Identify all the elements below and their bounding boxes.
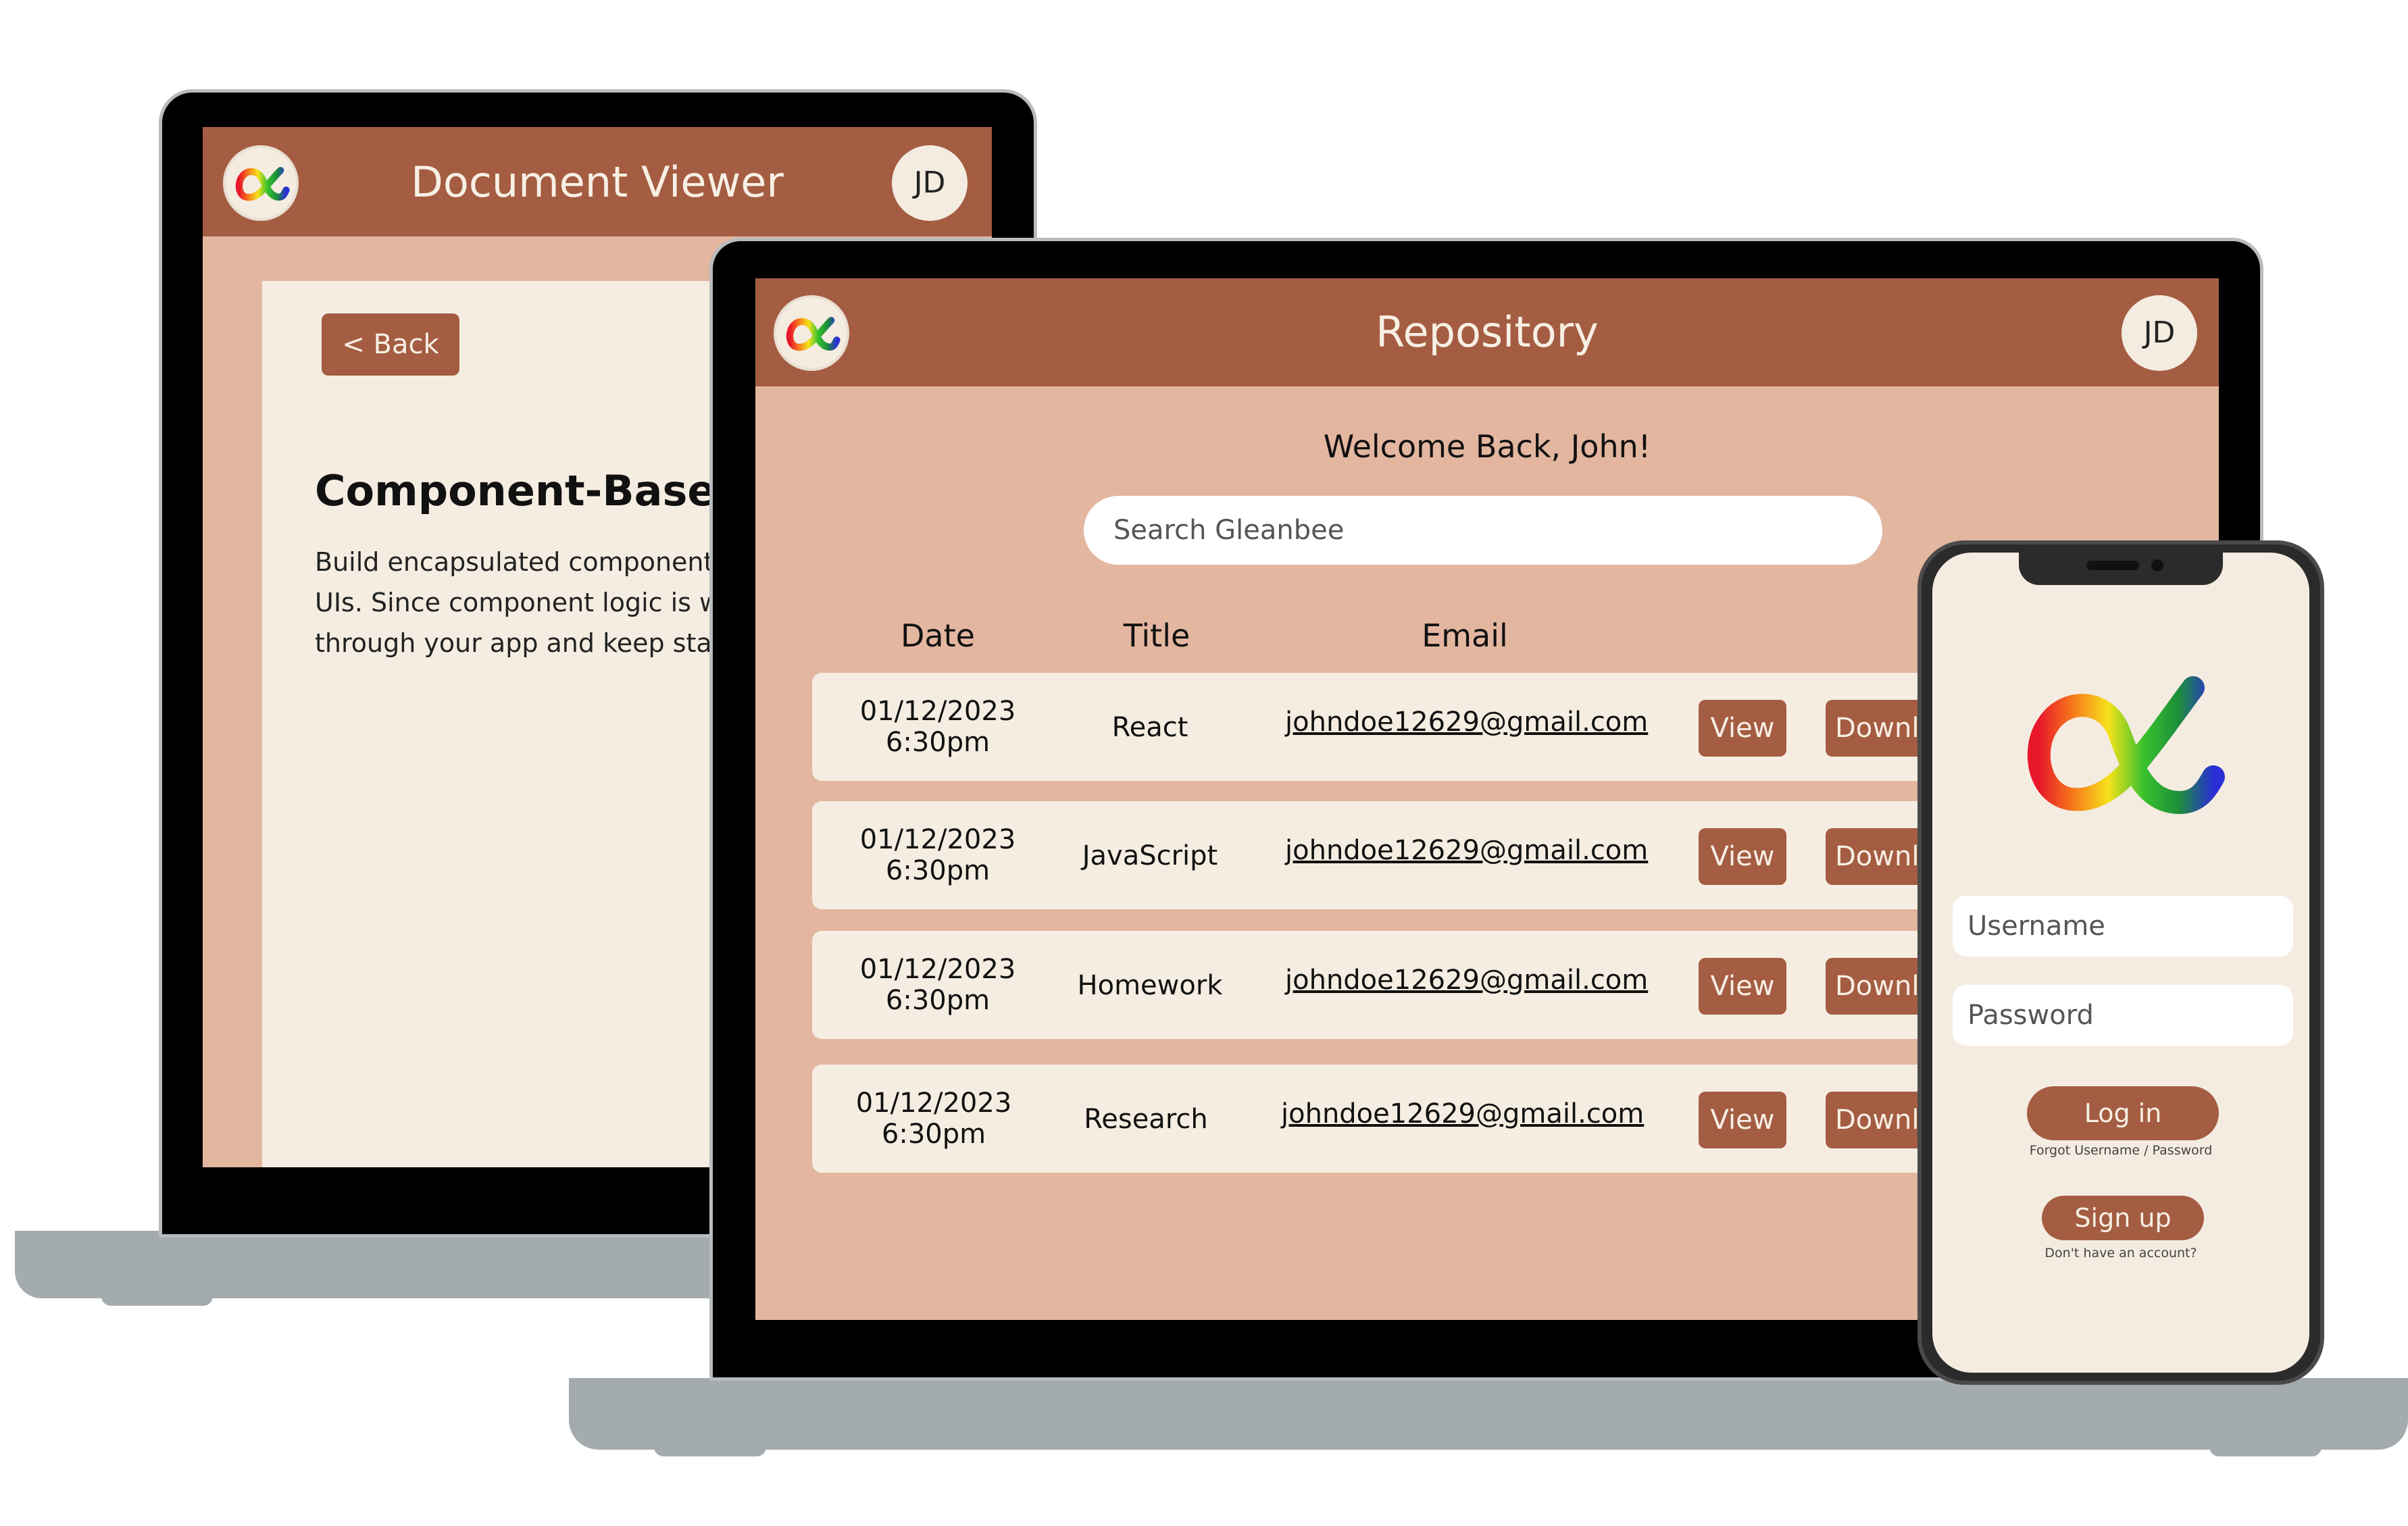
row-email[interactable]: johndoe12629@gmail.com — [1285, 707, 1648, 738]
avatar[interactable]: JD — [892, 145, 968, 221]
row-title: Homework — [1077, 970, 1223, 1001]
table-row: 01/12/2023 6:30pm Research johndoe12629@… — [812, 1065, 1961, 1173]
logo-icon[interactable] — [774, 295, 849, 371]
row-date: 01/12/2023 — [859, 824, 1016, 855]
back-laptop-foot — [101, 1294, 213, 1306]
welcome-message: Welcome Back, John! — [1323, 428, 1651, 465]
row-title: React — [1111, 712, 1188, 743]
front-laptop-foot-left — [654, 1444, 766, 1456]
column-header-date: Date — [901, 617, 975, 654]
password-field[interactable]: Password — [1953, 985, 2293, 1046]
body-line: UIs. Since component logic is wri — [315, 588, 738, 617]
avatar[interactable]: JD — [2122, 295, 2197, 371]
row-date: 01/12/2023 — [859, 954, 1016, 985]
back-button[interactable]: < Back — [322, 313, 459, 376]
body-line: Build encapsulated components t — [315, 547, 746, 577]
row-title: JavaScript — [1082, 840, 1218, 871]
document-heading: Component-Based — [315, 466, 746, 515]
login-button[interactable]: Log in — [2027, 1086, 2219, 1140]
row-email[interactable]: johndoe12629@gmail.com — [1281, 1098, 1644, 1129]
view-button[interactable]: View — [1699, 700, 1786, 757]
row-time: 6:30pm — [881, 1119, 986, 1150]
page-title: Repository — [1376, 307, 1599, 357]
row-time: 6:30pm — [885, 855, 990, 886]
doc-viewer-header: Document Viewer JD — [203, 127, 992, 236]
row-time: 6:30pm — [885, 985, 990, 1016]
front-laptop-foot-right — [2209, 1444, 2322, 1456]
camera-icon — [2151, 559, 2163, 571]
row-time: 6:30pm — [885, 727, 990, 758]
front-laptop-base — [569, 1378, 2408, 1450]
document-body: Build encapsulated components t UIs. Sin… — [315, 542, 745, 663]
search-input[interactable]: Search Gleanbee — [1084, 496, 1882, 565]
speaker-grille — [2086, 561, 2139, 570]
body-line: through your app and keep state — [315, 628, 738, 658]
row-email[interactable]: johndoe12629@gmail.com — [1285, 965, 1648, 996]
row-date: 01/12/2023 — [855, 1088, 1012, 1119]
row-title: Research — [1084, 1104, 1208, 1135]
view-button[interactable]: View — [1699, 1092, 1786, 1148]
logo-icon[interactable] — [223, 145, 299, 221]
table-row: 01/12/2023 6:30pm Homework johndoe12629@… — [812, 931, 1961, 1039]
table-row: 01/12/2023 6:30pm React johndoe12629@gma… — [812, 673, 1961, 781]
logo-icon — [2011, 661, 2236, 836]
row-email[interactable]: johndoe12629@gmail.com — [1285, 835, 1648, 866]
view-button[interactable]: View — [1699, 958, 1786, 1015]
table-row: 01/12/2023 6:30pm JavaScript johndoe1262… — [812, 801, 1961, 909]
phone-screen: Username Password Log in Forgot Username… — [1932, 553, 2309, 1373]
row-date: 01/12/2023 — [859, 696, 1016, 727]
signup-button[interactable]: Sign up — [2042, 1196, 2204, 1240]
page-title: Document Viewer — [411, 157, 784, 207]
username-field[interactable]: Username — [1953, 896, 2293, 957]
repository-header: Repository JD — [755, 278, 2219, 386]
forgot-credentials-link[interactable]: Forgot Username / Password — [1932, 1143, 2309, 1158]
view-button[interactable]: View — [1699, 828, 1786, 885]
column-header-email: Email — [1422, 617, 1508, 654]
column-header-title: Title — [1123, 617, 1190, 654]
no-account-text: Don't have an account? — [2045, 1246, 2197, 1261]
phone-notch — [2019, 553, 2223, 585]
